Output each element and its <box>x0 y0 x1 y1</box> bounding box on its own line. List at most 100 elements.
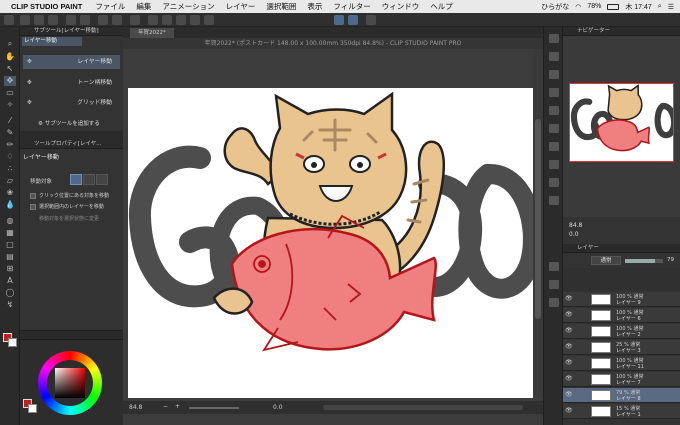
zoom-in-icon[interactable]: + <box>175 403 180 410</box>
eye-icon[interactable]: 👁 <box>565 312 573 318</box>
eye-icon[interactable]: 👁 <box>565 296 573 302</box>
figure-tool-icon[interactable]: □ <box>4 240 16 250</box>
eye-icon[interactable]: 👁 <box>565 360 573 366</box>
subtool-item-layer-move[interactable]: ✥ レイヤー移動 <box>23 55 120 69</box>
move-selection-checkbox[interactable] <box>30 204 36 210</box>
material-tab-icon[interactable] <box>549 124 559 133</box>
snap-grid-icon[interactable] <box>204 15 214 25</box>
move-target-layer-button[interactable] <box>70 174 82 185</box>
move-target-grid-button[interactable] <box>96 174 108 185</box>
timeline-tab-icon[interactable] <box>549 298 559 307</box>
transform-icon[interactable] <box>130 15 140 25</box>
fill-tool-icon[interactable]: ◍ <box>4 216 16 226</box>
navigator-preview[interactable] <box>569 83 674 162</box>
menu-edit[interactable]: 編集 <box>136 1 151 12</box>
layer-tab-icon[interactable] <box>549 262 559 271</box>
eraser-tool-icon[interactable]: ▱ <box>4 176 16 186</box>
app-menu[interactable]: CLIP STUDIO PAINT <box>11 2 82 11</box>
new-file-icon[interactable] <box>20 15 30 25</box>
nav-angle-readout[interactable]: 0.0 <box>569 231 579 238</box>
magic-wand-icon[interactable]: ✧ <box>4 100 16 110</box>
zoom-value[interactable]: 84.8 <box>129 404 142 411</box>
eye-icon[interactable]: 👁 <box>565 376 573 382</box>
menu-view[interactable]: 表示 <box>307 1 322 12</box>
deselect-icon[interactable] <box>148 15 158 25</box>
horizontal-scrollbar[interactable] <box>323 405 523 410</box>
menu-window[interactable]: ウィンドウ <box>382 1 420 12</box>
blend-tool-icon[interactable]: 💧 <box>4 200 16 210</box>
brush-tool-icon[interactable]: ♢ <box>4 152 16 162</box>
layer-property-tab-icon[interactable] <box>549 142 559 151</box>
drawing-canvas[interactable] <box>128 88 533 398</box>
zoom-tool-icon[interactable]: ⌕ <box>4 39 16 49</box>
snap-settings-icon[interactable] <box>366 15 376 25</box>
airbrush-tool-icon[interactable]: ∴ <box>4 164 16 174</box>
battery-icon[interactable] <box>607 3 620 10</box>
layer-row[interactable]: 👁 100 % 通常 レイヤー 2 <box>563 324 680 339</box>
layer-row[interactable]: 👁 100 % 通常 レイヤー 6 <box>563 308 680 323</box>
scroll-thumb[interactable] <box>535 119 541 319</box>
sub-color-swatch[interactable] <box>8 338 17 347</box>
move-clicked-checkbox[interactable] <box>30 193 36 199</box>
subtool-item-tone-move[interactable]: ✥ トーン柄移動 <box>23 76 120 90</box>
subtool-item-grid-move[interactable]: ✥ グリッド移動 <box>23 96 120 110</box>
open-file-icon[interactable] <box>34 15 44 25</box>
invert-selection-icon[interactable] <box>162 15 172 25</box>
eye-icon[interactable]: 👁 <box>565 408 573 414</box>
nav-zoom-readout[interactable]: 84.8 <box>569 222 582 229</box>
opacity-slider[interactable] <box>625 259 663 263</box>
gradient-tool-icon[interactable]: ▦ <box>4 228 16 238</box>
layer-row[interactable]: 👁 79 % 通常 レイヤー 8 <box>563 388 680 403</box>
menu-selection[interactable]: 選択範囲 <box>266 1 296 12</box>
layer-mask-icon[interactable] <box>549 280 559 289</box>
eyedropper-icon[interactable]: ⁄ <box>4 116 16 126</box>
pencil-tool-icon[interactable]: ✏ <box>4 140 16 150</box>
redo-icon[interactable] <box>80 15 90 25</box>
pen-tool-icon[interactable]: ✎ <box>4 128 16 138</box>
item-bank-tab-icon[interactable] <box>549 88 559 97</box>
operation-tool-icon[interactable]: ↖ <box>4 64 16 74</box>
layer-row[interactable]: 👁 25 % 通常 レイヤー 3 <box>563 340 680 355</box>
text-tool-icon[interactable]: A <box>4 276 16 286</box>
layer-row[interactable]: 👁 100 % 通常 レイヤー 9 <box>563 292 680 307</box>
balloon-tool-icon[interactable]: ◯ <box>4 288 16 298</box>
control-center-icon[interactable]: ☰ <box>668 3 674 11</box>
clip-studio-icon[interactable] <box>4 15 14 25</box>
blend-mode-select[interactable]: 通常 <box>591 256 621 265</box>
menu-file[interactable]: ファイル <box>95 1 125 12</box>
frame-tool-icon[interactable]: ▤ <box>4 252 16 262</box>
eye-icon[interactable]: 👁 <box>565 392 573 398</box>
add-subtool-button[interactable]: ⚙ サブツールを追加する <box>38 119 100 127</box>
clock[interactable]: 木 17:47 <box>625 2 651 12</box>
zoom-out-icon[interactable]: − <box>163 403 168 410</box>
selection-tool-icon[interactable]: ▭ <box>4 88 16 98</box>
hand-tool-icon[interactable]: ✋ <box>4 52 16 62</box>
subview-tab-icon[interactable] <box>549 52 559 61</box>
zoom-slider[interactable] <box>189 407 239 409</box>
eye-icon[interactable]: 👁 <box>565 328 573 334</box>
opacity-value[interactable]: 79 <box>667 257 674 263</box>
ruler-tool-icon[interactable]: ⊞ <box>4 264 16 274</box>
menu-help[interactable]: ヘルプ <box>430 1 453 12</box>
search-icon[interactable]: ⌕ <box>658 3 662 11</box>
vertical-scrollbar[interactable] <box>533 49 543 398</box>
vector-snap-icon[interactable] <box>348 15 358 25</box>
menu-filter[interactable]: フィルター <box>333 1 370 12</box>
menu-animation[interactable]: アニメーション <box>162 1 214 12</box>
wifi-icon[interactable]: ◠ <box>575 3 581 11</box>
auto-action-tab-icon[interactable] <box>549 196 559 205</box>
fill-icon[interactable] <box>112 15 122 25</box>
decoration-tool-icon[interactable]: ❀ <box>4 188 16 198</box>
quick-access-tab-icon[interactable] <box>549 178 559 187</box>
snap-special-ruler-icon[interactable] <box>190 15 200 25</box>
navigator-tab-icon[interactable] <box>549 34 559 43</box>
eye-icon[interactable]: 👁 <box>565 344 573 350</box>
rotation-value[interactable]: 0.0 <box>273 404 283 411</box>
move-target-tone-button[interactable] <box>83 174 95 185</box>
layer-row[interactable]: 👁 100 % 通常 レイヤー 7 <box>563 372 680 387</box>
document-tab[interactable]: 年賀2022* <box>130 28 174 38</box>
menu-layer[interactable]: レイヤー <box>226 1 256 12</box>
input-source[interactable]: ひらがな <box>541 2 569 12</box>
layer-search-tab-icon[interactable] <box>549 160 559 169</box>
correct-line-tool-icon[interactable]: ↯ <box>4 300 16 310</box>
